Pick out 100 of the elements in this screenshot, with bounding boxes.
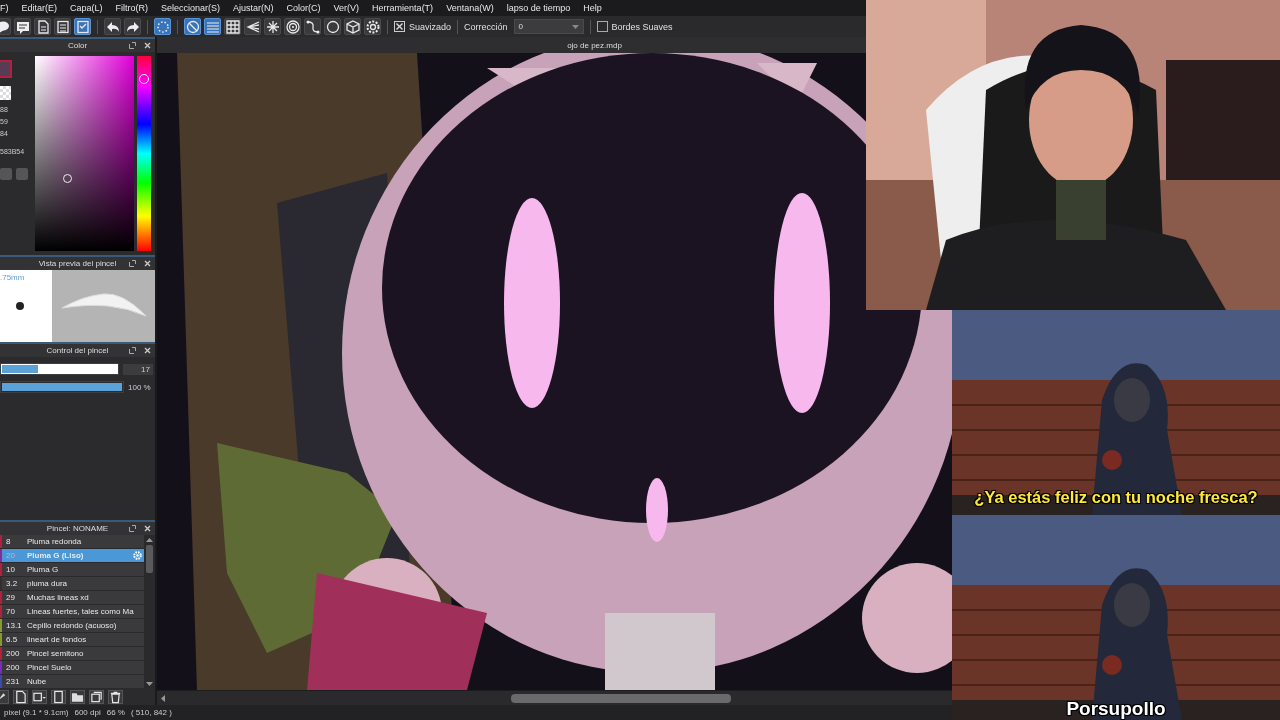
correction-dropdown[interactable]: 0: [513, 19, 584, 34]
scrollbar[interactable]: [144, 535, 155, 689]
comment-icon: [15, 19, 30, 34]
brush-size: 20: [5, 551, 16, 560]
panel-title: Pincel: NONAME: [46, 524, 109, 533]
checklist-icon: [75, 19, 90, 34]
brush-name: Cepillo redondo (acuoso): [27, 621, 118, 630]
slider-track[interactable]: [0, 363, 119, 375]
menu-item[interactable]: Capa(L): [70, 3, 103, 13]
transparent-swatch[interactable]: [0, 86, 11, 100]
menu-item[interactable]: Ventana(W): [446, 3, 494, 13]
menu-item[interactable]: Herramienta(T): [372, 3, 434, 13]
scroll-thumb[interactable]: [146, 545, 153, 573]
meme-caption: Porsupollo: [1065, 698, 1167, 720]
hue-slider[interactable]: [137, 56, 151, 251]
slider-reading: 100 %: [128, 382, 151, 392]
toolbar-button[interactable]: [14, 18, 31, 35]
toolbar-button[interactable]: [224, 18, 241, 35]
toolbar-button[interactable]: [54, 18, 71, 35]
toolbar-button[interactable]: [184, 18, 201, 35]
status-text: 66 %: [106, 708, 125, 717]
toolbar-button[interactable]: [284, 18, 301, 35]
close-icon: [144, 42, 151, 49]
concentric-circles-icon: [285, 19, 300, 34]
brush-name: Pincel semitono: [27, 649, 85, 658]
brush-name: Pluma redonda: [27, 537, 83, 546]
brush-size: 6.5: [5, 635, 19, 644]
scrollbar[interactable]: [157, 691, 952, 705]
brush-tool-button[interactable]: [51, 690, 66, 704]
brush-tool-button[interactable]: [32, 690, 47, 704]
menu-item[interactable]: Ajustar(N): [233, 3, 274, 13]
brush-list-item[interactable]: 13.1 Cepillo redondo (acuoso): [0, 619, 144, 633]
brush-list-item[interactable]: 3.2 pluma dura: [0, 577, 144, 591]
menu-item[interactable]: lapso de tiempo: [506, 3, 571, 13]
menu-item[interactable]: Seleccionar(S): [161, 3, 221, 13]
panel-title: Vista previa del pincel: [38, 259, 117, 268]
undock-icon: [129, 260, 136, 267]
parallel-lines-icon: [205, 19, 220, 34]
caret-icon: [571, 24, 579, 29]
value-field[interactable]: 17: [123, 363, 153, 375]
folder-icon: [71, 690, 84, 704]
status-text: 600 dpi: [74, 708, 101, 717]
menu-item[interactable]: Color(C): [286, 3, 321, 13]
toolbar-button[interactable]: [364, 18, 381, 35]
menu-item[interactable]: Editar(E): [21, 3, 57, 13]
check-mark-icon: [395, 22, 404, 31]
scroll-up-icon: [146, 538, 153, 542]
toolbar-button[interactable]: [344, 18, 361, 35]
brush-size: 200: [5, 649, 21, 658]
radial-lines-icon: [265, 19, 280, 34]
toolbar-button[interactable]: [34, 18, 51, 35]
checkbox[interactable]: [394, 21, 405, 32]
checkbox-label: Bordes Suaves: [611, 21, 673, 32]
gear-icon: [365, 19, 380, 34]
brush-list-item[interactable]: 70 Lineas fuertes, tales como Ma: [0, 605, 144, 619]
toolbar-button[interactable]: [124, 18, 141, 35]
brush-size: 231: [5, 677, 21, 686]
curve-icon: [305, 19, 320, 34]
brush-tool-button[interactable]: [13, 690, 28, 704]
gear-icon: [133, 551, 142, 560]
brush-name: Pincel Suelo: [27, 663, 73, 672]
close-icon: [144, 525, 151, 532]
menu-item[interactable]: F): [0, 3, 9, 13]
brush-tool-button[interactable]: [108, 690, 123, 704]
brush-list-item[interactable]: 200 Pincel Suelo: [0, 661, 144, 675]
checkbox-label: Suavizado: [409, 21, 452, 32]
brush-tool-button[interactable]: [70, 690, 85, 704]
brush-size: 13.1: [5, 621, 23, 630]
menu-item[interactable]: Ver(V): [333, 3, 360, 13]
brush-tool-button[interactable]: [89, 690, 104, 704]
brush-list-item[interactable]: 29 Muchas lineas xd: [0, 591, 144, 605]
undock-icon: [129, 525, 136, 532]
scroll-thumb[interactable]: [511, 693, 731, 703]
toolbar-button[interactable]: [304, 18, 321, 35]
menu-item[interactable]: Filtro(R): [115, 3, 149, 13]
copy-icon: [33, 690, 46, 704]
toolbar-button[interactable]: [244, 18, 261, 35]
brush-name: Pluma G (Liso): [27, 551, 85, 560]
undock-icon: [129, 42, 136, 49]
toolbar-button[interactable]: [104, 18, 121, 35]
brush-list-item[interactable]: 10 Pluma G: [0, 563, 144, 577]
toolbar-button[interactable]: [264, 18, 281, 35]
trash-icon: [109, 690, 122, 704]
brush-size: 10: [5, 565, 16, 574]
brush-size: 3.2: [5, 579, 19, 588]
dotted-circle-icon: [155, 19, 170, 34]
toolbar-button[interactable]: [324, 18, 341, 35]
checkbox[interactable]: [596, 21, 608, 32]
meme-caption: ¿Ya estás feliz con tu noche fresca?: [973, 488, 1259, 507]
foreground-color-swatch[interactable]: [0, 60, 12, 78]
brush-list-item[interactable]: 200 Pincel semitono: [0, 647, 144, 661]
brush-list-item[interactable]: 8 Pluma redonda: [0, 535, 144, 549]
list-icon: [55, 19, 70, 34]
brush-size: 200: [5, 663, 21, 672]
menu-item[interactable]: Help: [583, 3, 602, 13]
brush-list-item[interactable]: 231 Nube: [0, 675, 144, 689]
saturation-value-picker[interactable]: [35, 56, 134, 251]
document-tab[interactable]: ojo de pez.mdp: [567, 40, 622, 50]
brush-list-item[interactable]: 6.5 lineart de fondos: [0, 633, 144, 647]
close-icon: [144, 347, 151, 354]
